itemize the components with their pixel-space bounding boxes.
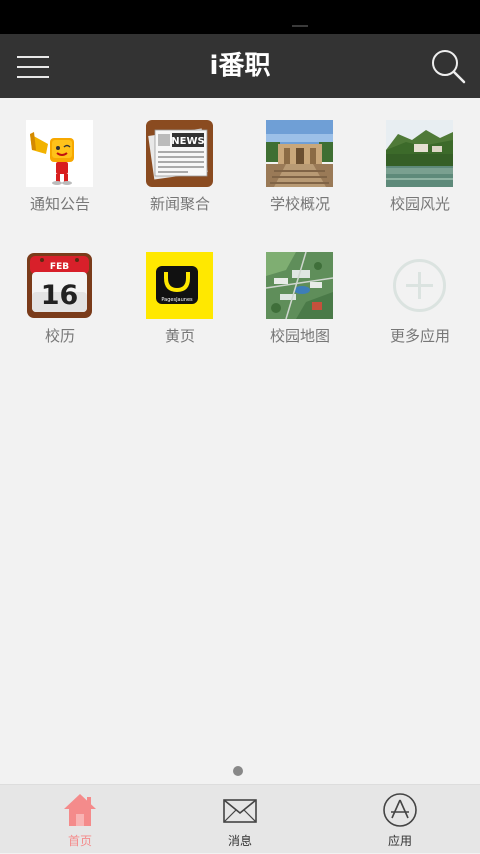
menu-line [17, 66, 49, 68]
app-header: i番职 [0, 34, 480, 98]
hamburger-menu-icon[interactable] [14, 50, 52, 82]
search-icon [432, 50, 466, 84]
add-more-icon [393, 259, 446, 312]
page-title: i番职 [209, 51, 271, 81]
app-more[interactable]: 更多应用 [360, 230, 480, 350]
app-label: 通知公告 [29, 195, 90, 213]
megaphone-mascot-icon [26, 120, 93, 187]
status-notch [292, 25, 308, 27]
school-building-photo-icon [266, 120, 333, 187]
app-campus-scenery[interactable]: 校园风光 [360, 98, 480, 218]
page-indicator-dot[interactable] [233, 766, 243, 776]
search-button[interactable] [430, 48, 466, 84]
app-label: 校历 [44, 327, 75, 345]
app-store-icon [383, 793, 417, 827]
calendar-month: FEB [50, 262, 69, 272]
bottom-tab-bar: 首页 消息 应用 [0, 784, 480, 853]
app-yellow-pages[interactable]: PagesJaunes 黄页 [120, 230, 240, 350]
envelope-icon [223, 799, 257, 823]
app-school-overview[interactable]: 学校概况 [240, 98, 360, 218]
tab-apps[interactable]: 应用 [320, 785, 480, 854]
calendar-day: 16 [41, 280, 79, 311]
tab-messages[interactable]: 消息 [160, 785, 320, 854]
home-icon [64, 794, 96, 826]
app-label: 校园地图 [269, 327, 330, 345]
app-label: 学校概况 [269, 195, 330, 213]
app-label: 黄页 [164, 327, 195, 345]
app-notice[interactable]: 通知公告 [0, 98, 120, 218]
menu-line [17, 56, 49, 58]
yellow-pages-text: PagesJaunes [161, 297, 193, 303]
tab-label: 首页 [67, 834, 92, 848]
app-calendar[interactable]: FEB 16 校历 [0, 230, 120, 350]
app-news[interactable]: NEWS 新闻聚合 [120, 98, 240, 218]
yellow-pages-icon: PagesJaunes [146, 252, 213, 319]
campus-map-icon [266, 252, 333, 319]
campus-scenery-photo-icon [386, 120, 453, 187]
news-icon: NEWS [146, 120, 213, 187]
app-label: 新闻聚合 [149, 195, 210, 213]
news-icon-text: NEWS [171, 136, 204, 147]
tab-home[interactable]: 首页 [0, 785, 160, 854]
status-bar [0, 0, 480, 34]
app-label: 校园风光 [389, 195, 450, 213]
tab-label: 应用 [387, 834, 412, 848]
app-label: 更多应用 [389, 327, 450, 345]
app-grid: 通知公告 NEWS 新闻聚合 学校概况 校园风光 FEB 16 校历 Pages… [0, 98, 480, 784]
app-campus-map[interactable]: 校园地图 [240, 230, 360, 350]
tab-label: 消息 [227, 834, 252, 848]
menu-line [17, 76, 49, 78]
calendar-icon: FEB 16 [27, 253, 92, 318]
